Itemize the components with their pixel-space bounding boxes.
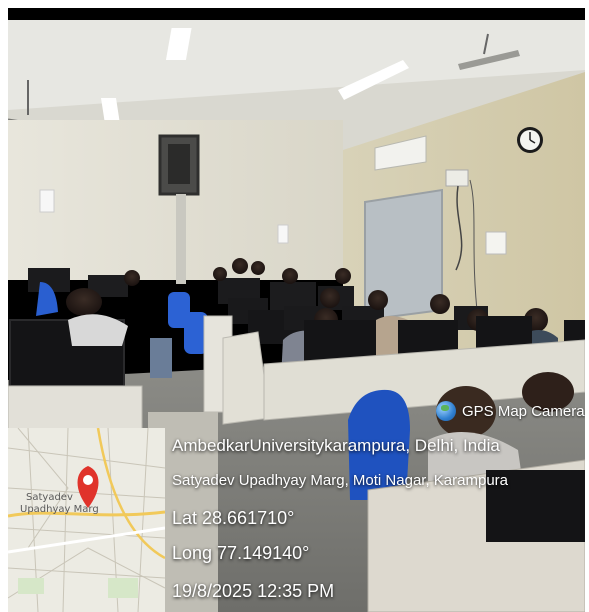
gps-map-camera-badge: GPS Map Camera [436,401,585,421]
latitude: Lat 28.661710° [172,508,295,528]
location-overlay: Satyadev Upadhyay Marg AmbedkarUniversit… [8,428,585,612]
gps-badge-title: GPS Map Camera [462,402,585,420]
location-place: AmbedkarUniversitykarampura, Delhi, Indi… [172,436,500,455]
datetime: 19/8/2025 12:35 PM [172,581,335,601]
longitude: Long 77.149140° [172,543,310,563]
globe-icon [436,401,456,421]
map-thumbnail: Satyadev Upadhyay Marg [8,428,165,612]
map-label-satyadev: Satyadev [26,492,73,503]
photo-frame: GPS Map Camera Satyadev Upadhyay Marg Am… [8,8,585,612]
location-address: Satyadev Upadhyay Marg, Moti Nagar, Kara… [172,472,508,489]
